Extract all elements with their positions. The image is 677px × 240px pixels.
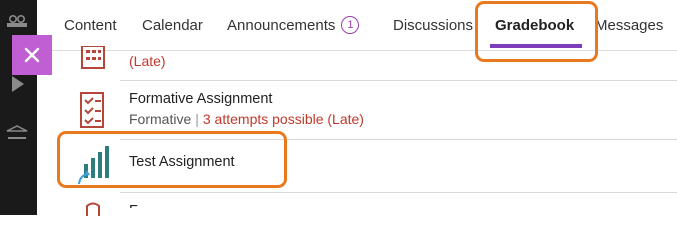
play-icon[interactable] <box>6 74 28 92</box>
document-grid-icon <box>77 45 109 77</box>
tab-content[interactable]: Content <box>64 0 117 50</box>
tab-calendar[interactable]: Calendar <box>142 0 203 50</box>
test-assignment-highlight-box <box>57 131 287 188</box>
tab-discussions[interactable]: Discussions <box>393 0 473 50</box>
item-subtitle: Formative | 3 attempts possible (Late) <box>129 111 364 127</box>
close-panel-button[interactable] <box>12 35 52 75</box>
item-title[interactable]: Formative Assignment <box>129 91 272 107</box>
unread-count-badge: 1 <box>341 16 360 34</box>
attempts-status: 3 attempts possible (Late) <box>202 111 364 127</box>
late-status: (Late) <box>129 53 166 69</box>
tab-label: Announcements <box>227 16 336 34</box>
list-item[interactable]: F... <box>62 193 677 223</box>
course-sidebar-rail <box>0 0 37 215</box>
institution-icon[interactable] <box>6 125 28 139</box>
document-icon <box>77 202 109 221</box>
list-item[interactable]: (Late) <box>62 45 677 80</box>
item-title[interactable]: F... <box>129 203 148 208</box>
tab-messages[interactable]: Messages <box>595 0 663 50</box>
tab-label: Discussions <box>393 16 474 34</box>
people-icon[interactable] <box>6 14 28 28</box>
close-icon <box>24 47 40 63</box>
tab-label: Messages <box>595 16 664 34</box>
item-type: Formative <box>129 111 192 127</box>
tab-label: Calendar <box>142 16 203 34</box>
checklist-icon <box>77 91 111 134</box>
tab-announcements[interactable]: Announcements 1 <box>227 0 360 50</box>
separator: | <box>195 111 199 127</box>
tab-label: Content <box>64 16 117 34</box>
